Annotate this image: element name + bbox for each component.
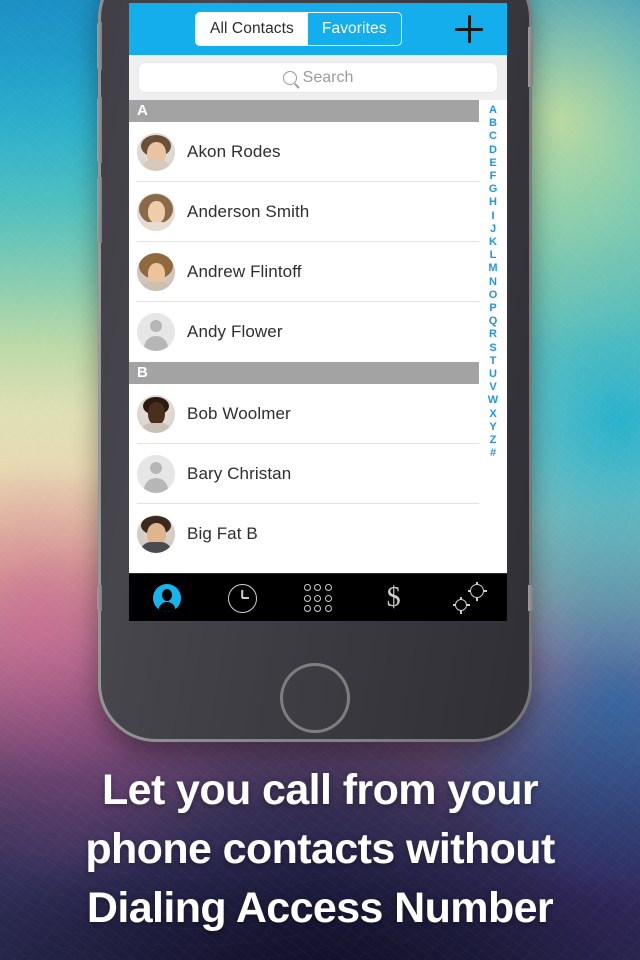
alpha-index-l[interactable]: L: [490, 249, 497, 262]
alpha-index-i[interactable]: I: [491, 210, 494, 223]
caption-line-2: phone contacts without: [85, 825, 555, 873]
search-icon: [282, 70, 297, 85]
alpha-index-b[interactable]: B: [489, 117, 497, 130]
alpha-index-a[interactable]: A: [489, 104, 497, 117]
alpha-index-f[interactable]: F: [490, 170, 497, 183]
alpha-index-y[interactable]: Y: [489, 421, 496, 434]
phone-antenna-line-left: [97, 585, 102, 611]
list-item[interactable]: Andy Flower: [129, 302, 479, 362]
alpha-index-s[interactable]: S: [489, 342, 496, 355]
contact-name: Anderson Smith: [187, 202, 310, 221]
section-header-b: B: [129, 362, 479, 384]
avatar: [137, 193, 175, 231]
phone-screen: All Contacts Favorites Search A Akon Rod…: [129, 3, 507, 621]
phone-mockup: All Contacts Favorites Search A Akon Rod…: [97, 0, 533, 742]
home-button[interactable]: [280, 663, 350, 733]
phone-volume-up-button: [97, 97, 102, 163]
avatar: [137, 133, 175, 171]
phone-power-button: [528, 27, 533, 87]
search-bar: Search: [129, 55, 507, 100]
alpha-index-q[interactable]: Q: [489, 315, 498, 328]
phone-silent-switch: [97, 22, 102, 70]
contact-name: Bob Woolmer: [187, 404, 291, 423]
person-placeholder-icon: [137, 455, 175, 493]
section-header-a: A: [129, 100, 479, 122]
phone-antenna-line-right: [528, 585, 533, 611]
tab-all-contacts-label: All Contacts: [210, 20, 294, 37]
alpha-index-e[interactable]: E: [489, 157, 496, 170]
add-contact-icon[interactable]: [455, 15, 483, 43]
alpha-index-m[interactable]: M: [488, 262, 497, 275]
tab-contacts[interactable]: [129, 574, 205, 621]
bottom-tab-bar: $: [129, 573, 507, 621]
contact-name: Big Fat B: [187, 524, 258, 543]
avatar: [137, 395, 175, 433]
app-header: All Contacts Favorites: [129, 3, 507, 55]
phone-bezel: All Contacts Favorites Search A Akon Rod…: [97, 0, 533, 739]
alpha-index-j[interactable]: J: [490, 223, 496, 236]
avatar: [137, 455, 175, 493]
alpha-index-p[interactable]: P: [489, 302, 496, 315]
alpha-index-hash[interactable]: #: [490, 447, 496, 460]
search-input[interactable]: Search: [139, 63, 497, 92]
list-item[interactable]: Anderson Smith: [129, 182, 479, 242]
alpha-index-c[interactable]: C: [489, 130, 497, 143]
alpha-index-v[interactable]: V: [489, 381, 496, 394]
contacts-icon: [152, 584, 181, 612]
list-item[interactable]: Akon Rodes: [129, 122, 479, 182]
contacts-list[interactable]: A Akon Rodes Anderson Smith Andrew Flint…: [129, 100, 507, 573]
tab-settings[interactable]: [431, 574, 507, 621]
gears-icon: [452, 581, 487, 614]
list-item[interactable]: Bary Christan: [129, 444, 479, 504]
contact-name: Andy Flower: [187, 322, 283, 341]
tab-balance[interactable]: $: [356, 574, 432, 621]
caption-line-3: Dialing Access Number: [86, 884, 554, 932]
alpha-index-n[interactable]: N: [489, 276, 497, 289]
avatar: [137, 313, 175, 351]
tab-recents[interactable]: [205, 574, 281, 621]
list-item[interactable]: Bob Woolmer: [129, 384, 479, 444]
tab-keypad[interactable]: [280, 574, 356, 621]
dollar-icon: $: [386, 582, 401, 613]
contacts-segmented-control[interactable]: All Contacts Favorites: [195, 12, 402, 46]
search-placeholder: Search: [302, 68, 354, 86]
caption-line-1: Let you call from your: [102, 766, 539, 814]
clock-icon: [227, 583, 257, 613]
contact-name: Bary Christan: [187, 464, 292, 483]
contact-name: Akon Rodes: [187, 142, 281, 161]
alpha-index-z[interactable]: Z: [490, 434, 497, 447]
tab-favorites-label: Favorites: [321, 20, 387, 37]
tab-all-contacts[interactable]: All Contacts: [196, 13, 308, 45]
keypad-icon: [303, 584, 332, 612]
marketing-caption: Let you call from your phone contacts wi…: [0, 761, 640, 938]
alpha-index-d[interactable]: D: [489, 144, 497, 157]
list-item[interactable]: Andrew Flintoff: [129, 242, 479, 302]
person-placeholder-icon: [137, 313, 175, 351]
alpha-index-g[interactable]: G: [489, 183, 498, 196]
alpha-index-o[interactable]: O: [489, 289, 498, 302]
alphabet-index-scrubber[interactable]: A B C D E F G H I J K L M N O P Q R S T …: [479, 100, 507, 573]
alpha-index-k[interactable]: K: [489, 236, 497, 249]
contact-name: Andrew Flintoff: [187, 262, 302, 281]
avatar: [137, 253, 175, 291]
alpha-index-w[interactable]: W: [488, 394, 498, 407]
alpha-index-r[interactable]: R: [489, 328, 497, 341]
section-header-a-label: A: [137, 102, 148, 119]
alpha-index-t[interactable]: T: [490, 355, 497, 368]
avatar: [137, 515, 175, 553]
list-item[interactable]: Big Fat B: [129, 504, 479, 564]
alpha-index-u[interactable]: U: [489, 368, 497, 381]
alpha-index-x[interactable]: X: [489, 408, 496, 421]
tab-favorites[interactable]: Favorites: [307, 13, 401, 45]
phone-volume-down-button: [97, 177, 102, 243]
section-header-b-label: B: [137, 364, 148, 381]
alpha-index-h[interactable]: H: [489, 196, 497, 209]
